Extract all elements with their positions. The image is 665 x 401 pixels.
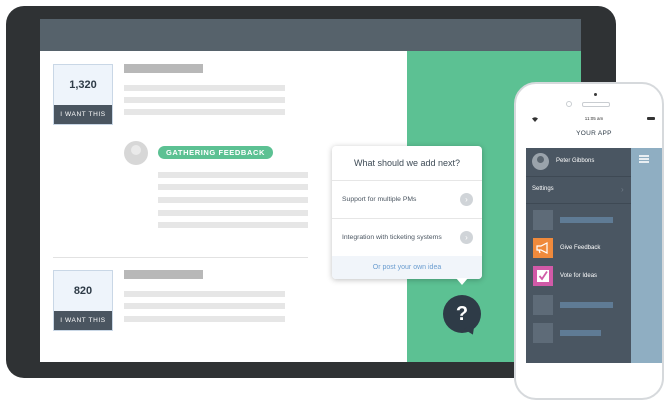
menu-icon-placeholder (533, 210, 553, 230)
avatar (124, 141, 148, 165)
comment-line-placeholder (158, 172, 308, 178)
item-title-placeholder (124, 64, 203, 73)
give-feedback-label: Give Feedback (560, 245, 601, 251)
phone-screen: 11:05 am YOUR APP Peter Gibbons Settings… (526, 115, 662, 363)
comment-line-placeholder (158, 184, 308, 190)
menu-separator (526, 203, 631, 204)
vote-card: 1,320 I WANT THIS (53, 64, 113, 125)
post-idea-link[interactable]: Or post your own idea (332, 256, 482, 279)
popup-tail (456, 278, 468, 285)
text-line-placeholder (124, 291, 285, 297)
chevron-right-icon: › (621, 185, 624, 194)
popup-option[interactable]: Support for multiple PMs › (332, 181, 482, 219)
item-title-placeholder (124, 270, 203, 279)
megaphone-icon (533, 238, 553, 258)
menu-icon-placeholder (533, 323, 553, 343)
battery-icon (647, 117, 655, 120)
content-behind-menu (631, 148, 662, 363)
side-menu: Peter Gibbons Settings › Give Feedback V… (526, 148, 631, 363)
vote-count: 820 (73, 285, 93, 297)
vote-count: 1,320 (69, 79, 97, 91)
checkbox-icon (533, 266, 553, 286)
text-line-placeholder (124, 97, 285, 103)
app-title: YOUR APP (576, 130, 612, 137)
status-time: 11:05 am (584, 116, 604, 121)
comment-line-placeholder (158, 222, 308, 228)
text-line-placeholder (124, 109, 285, 115)
user-name: Peter Gibbons (556, 158, 595, 164)
menu-label-placeholder (560, 330, 601, 336)
menu-item-placeholder[interactable] (526, 208, 631, 232)
settings-label: Settings (532, 186, 554, 192)
top-bar (40, 19, 581, 51)
chevron-right-icon: › (460, 231, 473, 244)
menu-item-placeholder[interactable] (526, 293, 631, 317)
i-want-this-button[interactable]: I WANT THIS (54, 105, 112, 124)
text-line-placeholder (124, 85, 285, 91)
menu-settings-row[interactable]: Settings › (526, 177, 631, 203)
phone-speaker (582, 102, 610, 107)
menu-label-placeholder (560, 217, 613, 223)
i-want-this-button[interactable]: I WANT THIS (54, 311, 112, 330)
menu-item-vote-ideas[interactable]: Vote for Ideas (526, 264, 631, 288)
status-badge: GATHERING FEEDBACK (158, 146, 273, 159)
feedback-popup: What should we add next? Support for mul… (332, 146, 482, 285)
vote-card: 820 I WANT THIS (53, 270, 113, 331)
menu-item-give-feedback[interactable]: Give Feedback (526, 236, 631, 260)
text-line-placeholder (124, 303, 285, 309)
text-line-placeholder (124, 316, 285, 322)
popup-option-label: Integration with ticketing systems (342, 234, 442, 241)
status-bar: 11:05 am (526, 115, 662, 123)
phone-camera (594, 93, 597, 96)
hamburger-menu-icon[interactable] (639, 155, 649, 157)
popup-title: What should we add next? (332, 146, 482, 181)
phone-sensor (566, 101, 572, 107)
avatar (532, 153, 549, 170)
menu-icon-placeholder (533, 295, 553, 315)
tablet-screen: 1,320 I WANT THIS GATHERING FEEDBACK 820… (40, 19, 581, 362)
menu-item-placeholder[interactable] (526, 321, 631, 345)
comment-line-placeholder (158, 197, 308, 203)
popup-option-label: Support for multiple PMs (342, 196, 417, 203)
vote-ideas-label: Vote for Ideas (560, 273, 598, 279)
chevron-right-icon: › (460, 193, 473, 206)
menu-label-placeholder (560, 302, 613, 308)
item-divider (53, 257, 308, 258)
avatar-head (537, 156, 544, 163)
comment-line-placeholder (158, 210, 308, 216)
menu-user-row[interactable]: Peter Gibbons (526, 148, 631, 176)
popup-option[interactable]: Integration with ticketing systems › (332, 219, 482, 257)
